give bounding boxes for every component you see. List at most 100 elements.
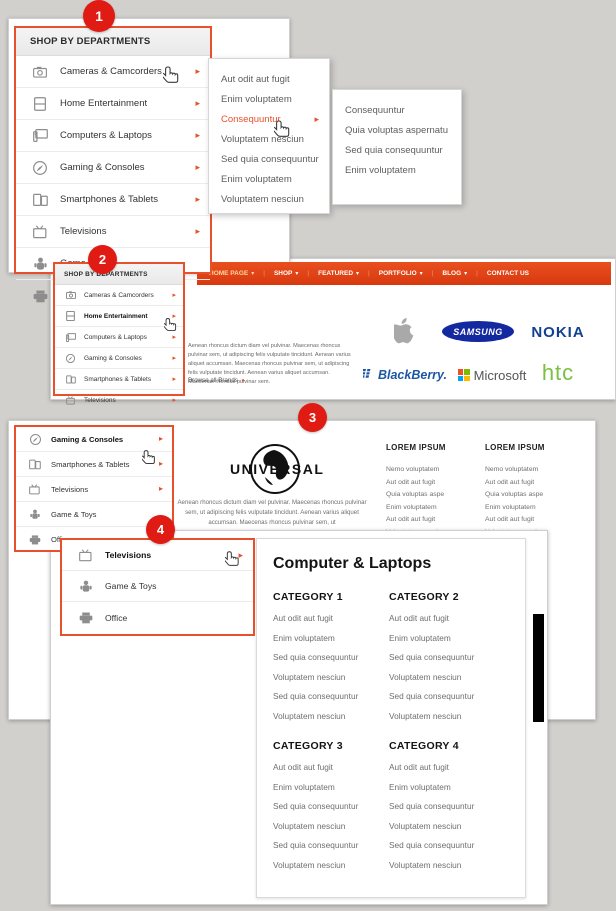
- flyout-item-label: Aut odit aut fugit: [221, 73, 290, 85]
- link-item[interactable]: Voluptatem nesciun: [389, 668, 474, 688]
- microsoft-logo: Microsoft: [452, 366, 532, 384]
- link-item[interactable]: Voluptatem nesciun: [273, 817, 358, 837]
- link-item[interactable]: Enim voluptatem: [485, 502, 544, 515]
- link-item[interactable]: Enim voluptatem: [389, 778, 474, 798]
- home-entertainment-icon: [30, 94, 50, 114]
- nav-item-shop[interactable]: SHOP ▾: [274, 270, 298, 277]
- dept-list-4: Televisions ▸ Game & Toys Office: [62, 540, 253, 633]
- link-item[interactable]: Aut odit aut fugit: [485, 477, 544, 490]
- link-item[interactable]: Nemo voluptatem: [386, 464, 445, 477]
- link-item[interactable]: Sed quia consequuntur: [389, 836, 474, 856]
- link-item[interactable]: Voluptatem nesciun: [273, 707, 358, 727]
- chevron-right-icon: ▸: [172, 291, 176, 299]
- nav-item-featured[interactable]: FEATURED ▾: [318, 270, 359, 277]
- link-item[interactable]: Aut odit aut fugit: [386, 514, 445, 527]
- dept-item-smartphones-tablets[interactable]: Smartphones & Tablets ▸: [16, 184, 210, 216]
- link-item[interactable]: Aut odit aut fugit: [386, 477, 445, 490]
- link-item[interactable]: Voluptatem nesciun: [389, 707, 474, 727]
- dept-item-gaming-consoles[interactable]: Gaming & Consoles ▸: [16, 427, 172, 452]
- flyout-item[interactable]: Sed quia consequuntur: [221, 149, 329, 169]
- dept-item-computers-laptops[interactable]: Computers & Laptops ▸: [55, 327, 183, 348]
- step3-column-links-1[interactable]: Nemo voluptatem Aut odit aut fugit Quia …: [386, 464, 445, 540]
- flyout-item-label: Voluptatem nesciun: [221, 193, 304, 205]
- link-item[interactable]: Voluptatem nesciun: [273, 856, 358, 876]
- nav-item-blog[interactable]: BLOG ▾: [442, 270, 467, 277]
- flyout-item[interactable]: Consequuntur: [345, 100, 461, 120]
- dept-item-televisions[interactable]: Televisions ▸: [16, 216, 210, 248]
- flyout-item[interactable]: Voluptatem nesciun: [221, 129, 329, 149]
- step1-flyout-level2[interactable]: Consequuntur Quia voluptas aspernatu Sed…: [332, 89, 462, 205]
- nav-item-portfolio[interactable]: PORTFOLIO ▾: [379, 270, 423, 277]
- dept-menu-title-2: SHOP BY DEPARTMENTS: [55, 264, 183, 285]
- link-item[interactable]: Aut odit aut fugit: [485, 514, 544, 527]
- link-item[interactable]: Nemo voluptatem: [485, 464, 544, 477]
- browse-all-brands-link[interactable]: Browse all Brands ▸: [188, 377, 245, 384]
- link-item[interactable]: Quia voluptas aspe: [485, 489, 544, 502]
- nav-item-home-page[interactable]: HOME PAGE ▾: [209, 270, 254, 277]
- dept-item-computers-laptops[interactable]: Computers & Laptops ▸: [16, 120, 210, 152]
- link-item[interactable]: Sed quia consequuntur: [273, 648, 358, 668]
- link-item[interactable]: Voluptatem nesciun: [389, 856, 474, 876]
- link-item[interactable]: Sed quia consequuntur: [273, 687, 358, 707]
- flyout-item[interactable]: Voluptatem nesciun: [221, 189, 329, 209]
- mega-panel-title: Computer & Laptops: [273, 555, 432, 572]
- category-links-2[interactable]: Aut odit aut fugit Enim voluptatem Sed q…: [389, 609, 474, 727]
- link-item[interactable]: Enim voluptatem: [273, 629, 358, 649]
- link-item[interactable]: Sed quia consequuntur: [389, 687, 474, 707]
- link-item[interactable]: Voluptatem nesciun: [389, 817, 474, 837]
- dept-item-smartphones-tablets[interactable]: Smartphones & Tablets ▸: [55, 369, 183, 390]
- link-item[interactable]: Sed quia consequuntur: [389, 797, 474, 817]
- category-links-1[interactable]: Aut odit aut fugit Enim voluptatem Sed q…: [273, 609, 358, 727]
- category-links-4[interactable]: Aut odit aut fugit Enim voluptatem Sed q…: [389, 758, 474, 876]
- television-icon: [76, 546, 95, 565]
- step1-department-menu[interactable]: SHOP BY DEPARTMENTS Cameras & Camcorders…: [14, 26, 212, 302]
- link-item[interactable]: Aut odit aut fugit: [389, 609, 474, 629]
- link-item[interactable]: Enim voluptatem: [386, 502, 445, 515]
- flyout-item-label: Enim voluptatem: [345, 164, 416, 176]
- dept-item-game-toys[interactable]: Game & Toys: [62, 571, 253, 602]
- dept-item-televisions[interactable]: Televisions ▸: [62, 540, 253, 571]
- category-links-3[interactable]: Aut odit aut fugit Enim voluptatem Sed q…: [273, 758, 358, 876]
- flyout-item[interactable]: Enim voluptatem: [345, 160, 461, 180]
- link-item[interactable]: Enim voluptatem: [389, 629, 474, 649]
- blackberry-logo-label: BlackBerry.: [377, 368, 448, 382]
- dept-item-home-entertainment[interactable]: Home Entertainment ▸: [16, 88, 210, 120]
- flyout-item[interactable]: Sed quia consequuntur: [345, 140, 461, 160]
- dept-item-smartphones-tablets[interactable]: Smartphones & Tablets ▸: [16, 452, 172, 477]
- step2-department-menu[interactable]: SHOP BY DEPARTMENTS Cameras & Camcorders…: [53, 262, 185, 405]
- flyout-item[interactable]: Enim voluptatem: [221, 89, 329, 109]
- chevron-down-icon: ▾: [356, 271, 360, 277]
- samsung-logo: SAMSUNG: [442, 321, 514, 342]
- step3-column-links-2[interactable]: Nemo voluptatem Aut odit aut fugit Quia …: [485, 464, 544, 540]
- dept-item-office[interactable]: Office: [62, 602, 253, 633]
- link-item[interactable]: Sed quia consequuntur: [273, 836, 358, 856]
- dept-item-gaming-consoles[interactable]: Gaming & Consoles ▸: [16, 152, 210, 184]
- step4-department-menu[interactable]: Televisions ▸ Game & Toys Office: [60, 538, 255, 636]
- smartphone-icon: [64, 373, 77, 386]
- flyout-item[interactable]: Quia voluptas aspernatu: [345, 120, 461, 140]
- step-badge-label: 1: [95, 8, 103, 24]
- dept-item-televisions[interactable]: Televisions ▸: [16, 477, 172, 502]
- step1-flyout-level1[interactable]: Aut odit aut fugit Enim voluptatem Conse…: [208, 58, 330, 214]
- dept-item-home-entertainment[interactable]: Home Entertainment ▸: [55, 306, 183, 327]
- dept-item-cameras-camcorders[interactable]: Cameras & Camcorders ▸: [16, 56, 210, 88]
- dept-item-televisions[interactable]: Televisions ▸: [55, 390, 183, 411]
- link-item[interactable]: Voluptatem nesciun: [273, 668, 358, 688]
- link-item[interactable]: Sed quia consequuntur: [273, 797, 358, 817]
- link-item[interactable]: Aut odit aut fugit: [389, 758, 474, 778]
- link-item[interactable]: Sed quia consequuntur: [389, 648, 474, 668]
- link-item[interactable]: Quia voluptas aspe: [386, 489, 445, 502]
- nav-item-contact-us[interactable]: CONTACT US: [487, 270, 529, 277]
- step4-mega-panel: Computer & Laptops CATEGORY 1 Aut odit a…: [256, 538, 526, 898]
- chevron-right-icon: ▸: [172, 375, 176, 383]
- link-item[interactable]: Aut odit aut fugit: [273, 609, 358, 629]
- link-item[interactable]: Aut odit aut fugit: [273, 758, 358, 778]
- flyout-item[interactable]: Enim voluptatem: [221, 169, 329, 189]
- dept-item-gaming-consoles[interactable]: Gaming & Consoles ▸: [55, 348, 183, 369]
- dept-item-cameras-camcorders[interactable]: Cameras & Camcorders ▸: [55, 285, 183, 306]
- link-item[interactable]: Enim voluptatem: [273, 778, 358, 798]
- flyout-item-active[interactable]: Consequuntur ▸: [221, 109, 329, 129]
- flyout-item[interactable]: Aut odit aut fugit: [221, 69, 329, 89]
- chevron-right-icon: ▸: [195, 226, 200, 236]
- top-navigation-bar[interactable]: HOME PAGE ▾ | SHOP ▾ | FEATURED ▾ | PORTFOL…: [197, 262, 611, 285]
